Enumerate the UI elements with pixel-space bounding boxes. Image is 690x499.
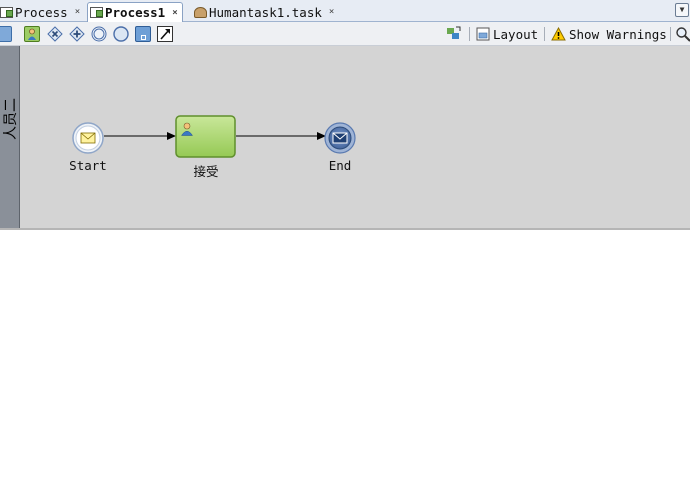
start-event-label: Start [69,158,107,173]
close-icon[interactable]: × [172,8,177,18]
process-file-icon [0,6,13,18]
zoom-icon[interactable] [675,26,690,42]
close-icon[interactable]: × [329,7,334,17]
show-warnings-button[interactable]: Show Warnings [551,25,667,43]
diagram-toolbar: Layout Show Warnings [0,22,690,46]
editor-tab-bar: Process × Process1 × Humantask1.task × ▼ [0,0,690,22]
intermediate-event-tool-icon[interactable] [91,26,107,42]
end-event-tool-icon[interactable] [113,26,129,42]
tab-process[interactable]: Process × [0,2,80,22]
warning-icon [551,27,566,41]
diagram-canvas[interactable] [0,46,690,228]
tab-process1[interactable]: Process1 × [87,2,183,22]
layout-button[interactable]: Layout [476,25,538,43]
human-task-tool-icon[interactable] [24,26,40,42]
validate-icon[interactable] [446,26,462,42]
toolbar-divider [544,27,545,41]
tab-humantask[interactable]: Humantask1.task × [194,2,334,22]
tab-label: Process1 [105,5,166,20]
close-icon[interactable]: × [75,7,80,17]
tab-label: Humantask1.task [209,4,322,20]
process-file-icon [90,7,103,18]
layout-label: Layout [493,26,539,42]
swimlane-label: 人员二 [3,98,19,140]
human-task-file-icon [194,6,207,18]
end-event-label: End [328,158,352,173]
select-tool-icon[interactable] [0,26,12,42]
tab-list-dropdown-button[interactable]: ▼ [675,3,689,17]
toolbar-divider [469,27,470,41]
show-warnings-label: Show Warnings [569,26,667,42]
subprocess-tool-icon[interactable] [135,26,151,42]
canvas-border [0,228,690,230]
parallel-gateway-tool-icon[interactable] [69,26,85,42]
connector-tool-icon[interactable] [157,26,173,42]
tab-label: Process [15,4,68,20]
user-task-label: 接受 [193,164,219,179]
layout-icon [476,27,490,41]
exclusive-gateway-tool-icon[interactable] [47,26,63,42]
toolbar-divider [670,27,671,41]
